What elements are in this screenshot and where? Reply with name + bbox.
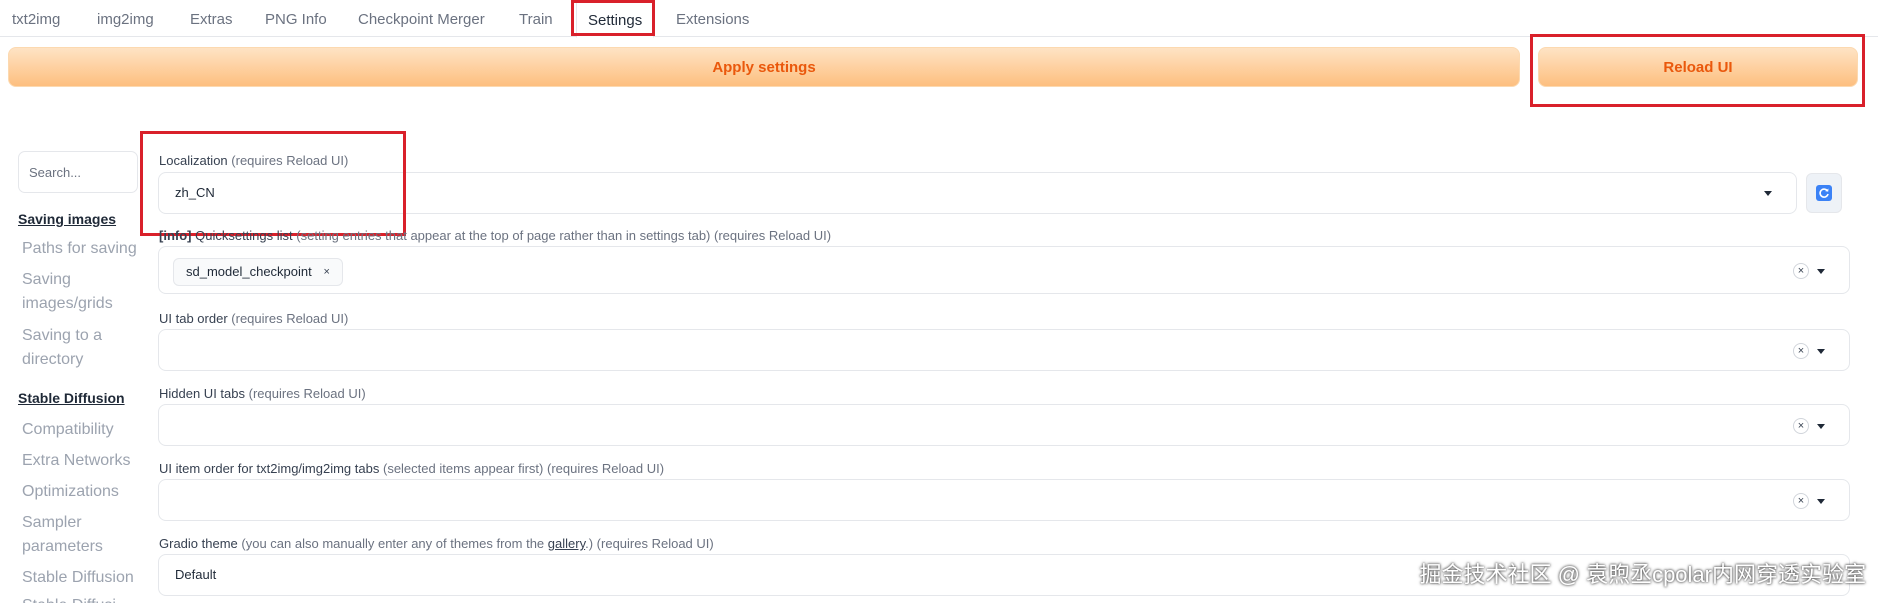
localization-label-text: Localization [159, 153, 228, 168]
chevron-down-icon [1817, 349, 1825, 354]
localization-label: Localization (requires Reload UI) [159, 153, 348, 168]
tab-extensions[interactable]: Extensions [676, 0, 749, 36]
chevron-down-icon [1817, 269, 1825, 274]
apply-settings-button[interactable]: Apply settings [8, 47, 1520, 87]
quicksettings-multiselect[interactable]: sd_model_checkpoint × × [158, 246, 1850, 294]
tab-settings[interactable]: Settings [576, 1, 655, 38]
gradio-theme-value: Default [175, 567, 217, 582]
ui-tab-order-multiselect[interactable]: × [158, 329, 1850, 371]
sidebar-heading-stable-diffusion[interactable]: Stable Diffusion [18, 390, 125, 406]
settings-search-input[interactable] [18, 151, 138, 193]
tab-checkpoint-merger[interactable]: Checkpoint Merger [358, 0, 485, 36]
sidebar-item-extra-networks[interactable]: Extra Networks [22, 449, 142, 473]
ui-item-order-label-text: UI item order for txt2img/img2img tabs [159, 461, 380, 476]
tab-img2img[interactable]: img2img [97, 0, 154, 36]
watermark: 掘金技术社区 @ 袁煦丞cpolar内网穿透实验室 [1419, 562, 1866, 587]
gallery-link[interactable]: gallery [548, 536, 585, 551]
localization-hint: (requires Reload UI) [231, 153, 349, 168]
tab-png-info[interactable]: PNG Info [265, 0, 327, 36]
chip-remove-icon[interactable]: × [320, 265, 334, 279]
quicksettings-info-tag: [info] [159, 228, 192, 243]
gradio-theme-label: Gradio theme (you can also manually ente… [159, 536, 714, 551]
hidden-ui-tabs-label-text: Hidden UI tabs [159, 386, 245, 401]
quicksettings-chip: sd_model_checkpoint × [173, 258, 343, 286]
clear-icon[interactable]: × [1793, 493, 1809, 509]
gradio-theme-hint-suffix: .) (requires Reload UI) [585, 536, 714, 551]
tab-extras[interactable]: Extras [190, 0, 233, 36]
localization-value: zh_CN [175, 185, 215, 200]
tab-train[interactable]: Train [519, 0, 553, 36]
ui-tab-order-hint: (requires Reload UI) [231, 311, 349, 326]
clear-icon[interactable]: × [1793, 263, 1809, 279]
ui-item-order-hint: (selected items appear first) (requires … [382, 461, 665, 476]
settings-page: txt2img img2img Extras PNG Info Checkpoi… [0, 0, 1878, 603]
clear-icon[interactable]: × [1793, 343, 1809, 359]
ui-item-order-multiselect[interactable]: × [158, 479, 1850, 521]
ui-item-order-label: UI item order for txt2img/img2img tabs (… [159, 461, 664, 476]
hidden-ui-tabs-label: Hidden UI tabs (requires Reload UI) [159, 386, 366, 401]
localization-refresh-button[interactable] [1806, 173, 1842, 213]
sidebar-item-optimizations[interactable]: Optimizations [22, 480, 142, 504]
ui-tab-order-label-text: UI tab order [159, 311, 228, 326]
quicksettings-label-text: Quicksettings list [195, 228, 293, 243]
chevron-down-icon [1764, 191, 1772, 196]
ui-tab-order-label: UI tab order (requires Reload UI) [159, 311, 348, 326]
sidebar-item-compatibility[interactable]: Compatibility [22, 418, 142, 442]
top-tab-bar: txt2img img2img Extras PNG Info Checkpoi… [0, 0, 1878, 38]
sidebar-item-paths-for-saving[interactable]: Paths for saving [22, 237, 142, 261]
quicksettings-chip-label: sd_model_checkpoint [186, 264, 312, 279]
clear-icon[interactable]: × [1793, 418, 1809, 434]
sidebar-heading-saving-images[interactable]: Saving images [18, 211, 116, 227]
sidebar-item-saving-to-directory[interactable]: Saving to a directory [22, 324, 142, 372]
chevron-down-icon [1817, 499, 1825, 504]
sidebar-item-sampler-parameters[interactable]: Sampler parameters [22, 511, 142, 559]
quicksettings-hint: (setting entries that appear at the top … [296, 228, 832, 243]
gradio-theme-hint-prefix: (you can also manually enter any of them… [241, 536, 545, 551]
sidebar-item-saving-images-grids[interactable]: Saving images/grids [22, 268, 142, 316]
reload-ui-button[interactable]: Reload UI [1538, 47, 1858, 87]
tab-txt2img[interactable]: txt2img [12, 0, 60, 36]
refresh-icon [1816, 185, 1832, 201]
gradio-theme-label-text: Gradio theme [159, 536, 238, 551]
sidebar-item-stable-diffusion-more[interactable]: Stable Diffusi [22, 594, 142, 603]
quicksettings-label: [info] Quicksettings list (setting entri… [159, 228, 831, 243]
hidden-ui-tabs-multiselect[interactable]: × [158, 404, 1850, 446]
sidebar-item-stable-diffusion[interactable]: Stable Diffusion [22, 566, 142, 590]
hidden-ui-tabs-hint: (requires Reload UI) [248, 386, 366, 401]
chevron-down-icon [1817, 424, 1825, 429]
localization-dropdown[interactable]: zh_CN [158, 172, 1797, 214]
